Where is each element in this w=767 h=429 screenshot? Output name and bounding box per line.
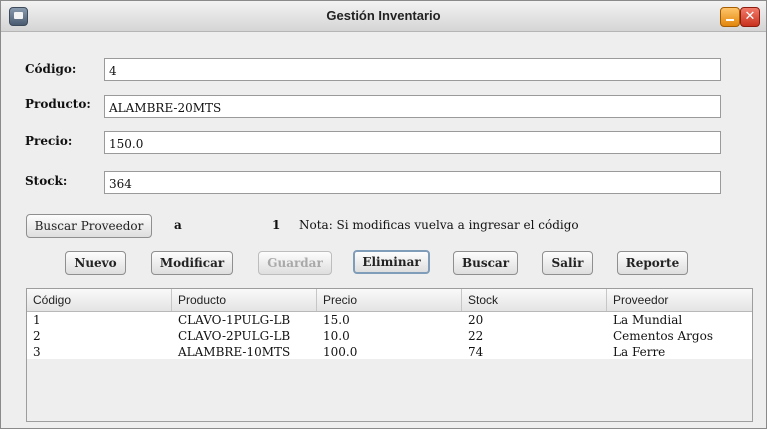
note-text: Nota: Si modificas vuelva a ingresar el …	[299, 218, 579, 232]
cell-precio: 15.0	[323, 313, 350, 327]
table-row[interactable]: 2 CLAVO-2PULG-LB 10.0 22 Cementos Argos	[27, 328, 752, 344]
proveedor-name: a	[174, 218, 182, 232]
salir-button[interactable]: Salir	[542, 251, 593, 275]
cell-stock: 20	[468, 313, 484, 327]
table-row[interactable]: 3 ALAMBRE-10MTS 100.0 74 La Ferre	[27, 344, 752, 360]
nuevo-button[interactable]: Nuevo	[65, 251, 126, 275]
codigo-label: Código:	[25, 62, 77, 76]
buscar-button[interactable]: Buscar	[453, 251, 518, 275]
cell-proveedor: La Mundial	[613, 313, 683, 327]
cell-proveedor: La Ferre	[613, 345, 666, 359]
window-title: Gestión Inventario	[326, 8, 441, 23]
title-bar: Gestión Inventario ✕	[1, 1, 766, 32]
codigo-field[interactable]: 4	[104, 58, 721, 81]
buscar-proveedor-button[interactable]: Buscar Proveedor	[26, 214, 152, 238]
cell-codigo: 2	[33, 329, 41, 343]
producto-label: Producto:	[25, 97, 91, 111]
eliminar-button[interactable]: Eliminar	[353, 250, 430, 274]
cell-producto: CLAVO-2PULG-LB	[178, 329, 291, 343]
column-header-proveedor[interactable]: Proveedor	[607, 289, 752, 311]
precio-field[interactable]: 150.0	[104, 131, 721, 154]
stock-field[interactable]: 364	[104, 171, 721, 194]
cell-stock: 22	[468, 329, 484, 343]
stock-label: Stock:	[25, 174, 68, 188]
cell-precio: 100.0	[323, 345, 358, 359]
column-header-precio[interactable]: Precio	[317, 289, 462, 311]
producto-field[interactable]: ALAMBRE-20MTS	[104, 95, 721, 118]
table-empty-area	[27, 359, 752, 421]
cell-producto: CLAVO-1PULG-LB	[178, 313, 291, 327]
column-header-codigo[interactable]: Código	[27, 289, 172, 311]
table-header: Código Producto Precio Stock Proveedor	[27, 289, 752, 312]
column-header-producto[interactable]: Producto	[172, 289, 317, 311]
proveedor-id: 1	[272, 218, 281, 232]
precio-label: Precio:	[25, 134, 73, 148]
cell-producto: ALAMBRE-10MTS	[178, 345, 291, 359]
cell-codigo: 1	[33, 313, 41, 327]
cell-precio: 10.0	[323, 329, 350, 343]
cell-stock: 74	[468, 345, 484, 359]
table-row[interactable]: 1 CLAVO-1PULG-LB 15.0 20 La Mundial	[27, 312, 752, 328]
inventory-window: Gestión Inventario ✕ Código: 4 Producto:…	[0, 0, 767, 429]
reporte-button[interactable]: Reporte	[617, 251, 688, 275]
column-header-stock[interactable]: Stock	[462, 289, 607, 311]
close-icon[interactable]: ✕	[740, 7, 760, 27]
inventory-table[interactable]: Código Producto Precio Stock Proveedor 1…	[26, 288, 753, 422]
cell-proveedor: Cementos Argos	[613, 329, 713, 343]
cell-codigo: 3	[33, 345, 41, 359]
guardar-button[interactable]: Guardar	[258, 251, 332, 275]
modificar-button[interactable]: Modificar	[151, 251, 233, 275]
minimize-icon[interactable]	[720, 7, 740, 27]
